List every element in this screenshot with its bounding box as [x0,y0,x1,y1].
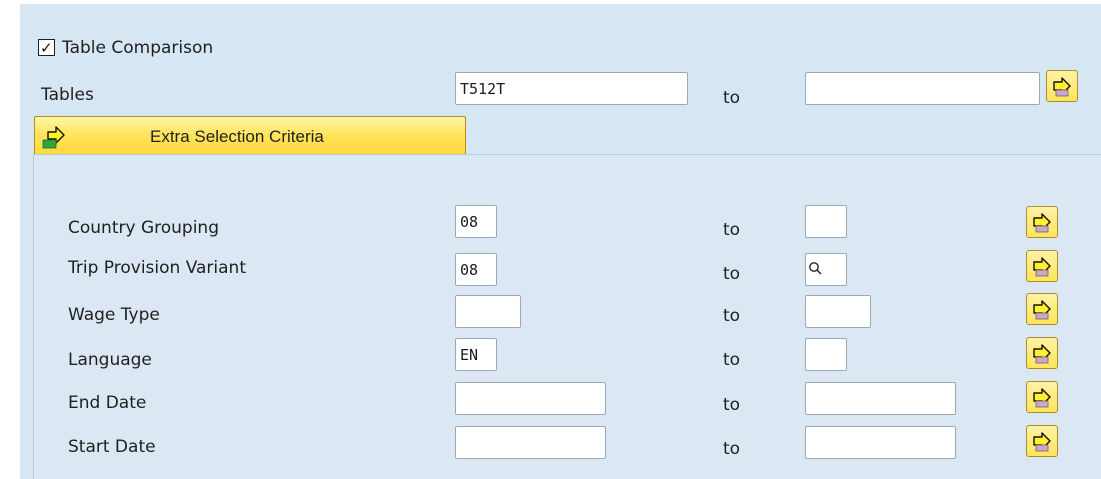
table-comparison-label: Table Comparison [62,38,214,58]
wage-type-to-label: to [723,306,741,326]
trip-provision-variant-multiple-selection-button[interactable] [1026,250,1058,282]
tables-label: Tables [41,85,94,105]
extra-selection-criteria-label: Extra Selection Criteria [150,127,324,146]
extra-selection-criteria-button[interactable]: Extra Selection Criteria [34,116,466,155]
start-date-to-label: to [723,439,741,459]
search-icon[interactable] [808,261,823,276]
language-to-label: to [723,350,741,370]
language-label: Language [68,350,152,370]
yellow-arrow-icon [1033,257,1051,277]
yellow-green-arrow-icon [41,120,71,151]
country-grouping-multiple-selection-button[interactable] [1026,206,1058,238]
start-date-from-field[interactable] [455,426,606,459]
wage-type-to-field[interactable] [805,295,871,328]
tables-multiple-selection-button[interactable] [1046,70,1078,102]
country-grouping-to-field[interactable] [805,205,847,238]
end-date-from-field[interactable] [455,382,606,415]
yellow-arrow-icon [1033,388,1051,408]
table-comparison-checkbox[interactable]: ✓ [38,39,55,57]
end-date-label: End Date [68,393,147,413]
wage-type-label: Wage Type [68,305,160,325]
trip-provision-variant-label: Trip Provision Variant [68,258,247,278]
language-multiple-selection-button[interactable] [1026,337,1058,369]
end-date-to-field[interactable] [805,382,956,415]
yellow-arrow-icon [1033,432,1051,452]
trip-provision-variant-to-label: to [723,264,741,284]
tables-from-field[interactable] [455,72,688,105]
country-grouping-to-label: to [723,220,741,240]
wage-type-from-field[interactable] [455,295,521,328]
start-date-to-field[interactable] [805,426,956,459]
yellow-arrow-icon [1033,344,1051,364]
selection-screen: ✓ Table Comparison Tables to Extra Selec… [0,0,1101,479]
trip-provision-variant-from-field[interactable] [455,253,497,286]
start-date-label: Start Date [68,437,156,457]
start-date-multiple-selection-button[interactable] [1026,425,1058,457]
country-grouping-label: Country Grouping [68,218,219,238]
yellow-arrow-icon [1053,77,1071,97]
check-icon: ✓ [40,39,53,57]
language-from-field[interactable] [455,338,497,371]
yellow-arrow-icon [1033,300,1051,320]
end-date-to-label: to [723,395,741,415]
language-to-field[interactable] [805,338,847,371]
tables-to-label: to [723,88,741,108]
country-grouping-from-field[interactable] [455,205,497,238]
end-date-multiple-selection-button[interactable] [1026,381,1058,413]
tables-to-field[interactable] [805,72,1040,105]
wage-type-multiple-selection-button[interactable] [1026,293,1058,325]
yellow-arrow-icon [1033,213,1051,233]
